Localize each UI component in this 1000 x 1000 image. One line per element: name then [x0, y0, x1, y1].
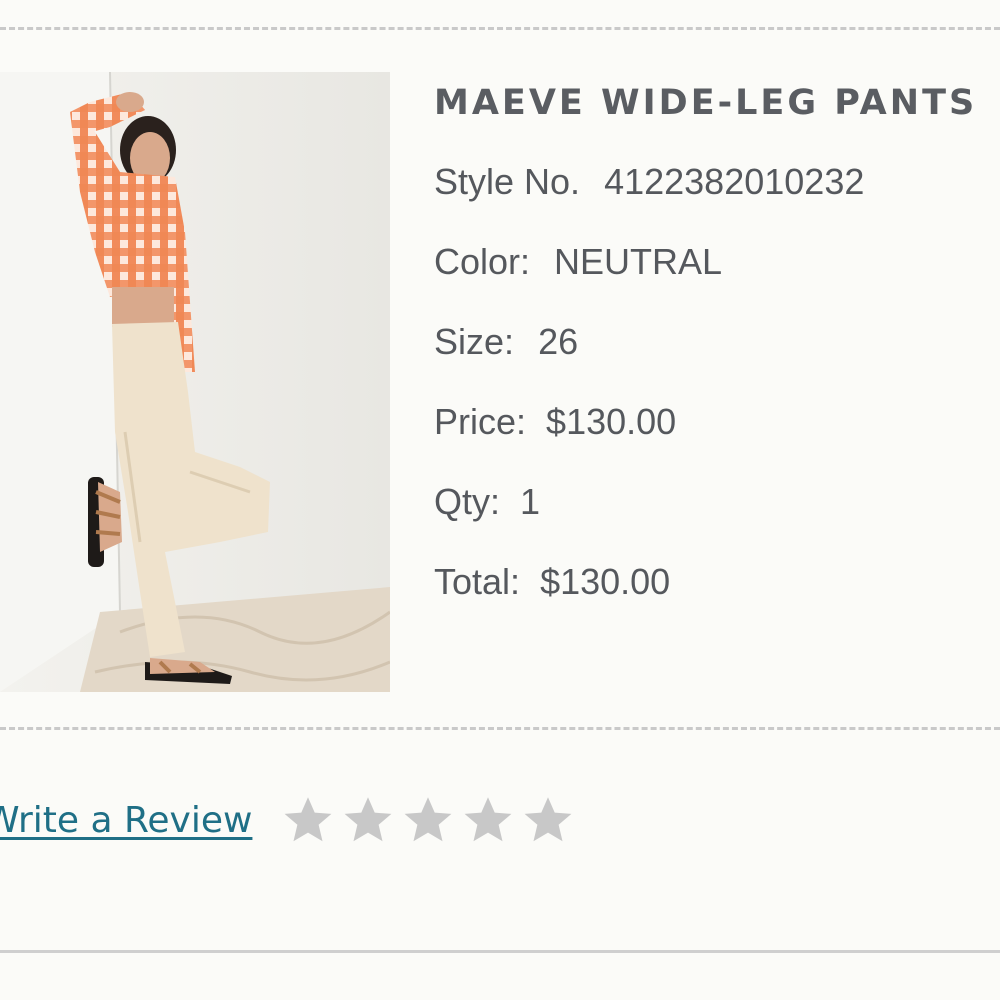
star-icon[interactable]	[282, 794, 334, 846]
price-value: $130.00	[546, 401, 677, 442]
style-number-label: Style No.	[434, 161, 581, 202]
product-details: MAEVE WIDE-LEG PANTS Style No. 412238201…	[434, 78, 994, 602]
total-label: Total:	[434, 561, 521, 602]
bottom-divider	[0, 950, 1000, 953]
size-row: Size: 26	[434, 322, 994, 362]
total-value: $130.00	[540, 561, 671, 602]
star-rating[interactable]	[282, 794, 574, 846]
star-icon[interactable]	[522, 794, 574, 846]
size-label: Size:	[434, 321, 515, 362]
order-item-page: MAEVE WIDE-LEG PANTS Style No. 412238201…	[0, 0, 1000, 1000]
quantity-value: 1	[520, 481, 541, 522]
color-label: Color:	[434, 241, 531, 282]
top-divider	[0, 27, 1000, 30]
price-label: Price:	[434, 401, 527, 442]
style-number-value: 4122382010232	[604, 161, 865, 202]
product-photo	[0, 72, 390, 692]
color-value: NEUTRAL	[554, 241, 723, 282]
price-row: Price: $130.00	[434, 402, 994, 442]
quantity-label: Qty:	[434, 481, 501, 522]
style-number-row: Style No. 4122382010232	[434, 162, 994, 202]
color-row: Color: NEUTRAL	[434, 242, 994, 282]
product-name[interactable]: MAEVE WIDE-LEG PANTS	[434, 78, 994, 128]
section-divider	[0, 727, 1000, 730]
star-icon[interactable]	[402, 794, 454, 846]
total-row: Total: $130.00	[434, 562, 994, 602]
quantity-row: Qty: 1	[434, 482, 994, 522]
review-row: Write a Review	[0, 790, 574, 850]
product-image[interactable]	[0, 72, 390, 692]
write-review-link[interactable]: Write a Review	[0, 800, 252, 841]
star-icon[interactable]	[342, 794, 394, 846]
star-icon[interactable]	[462, 794, 514, 846]
size-value: 26	[538, 321, 579, 362]
